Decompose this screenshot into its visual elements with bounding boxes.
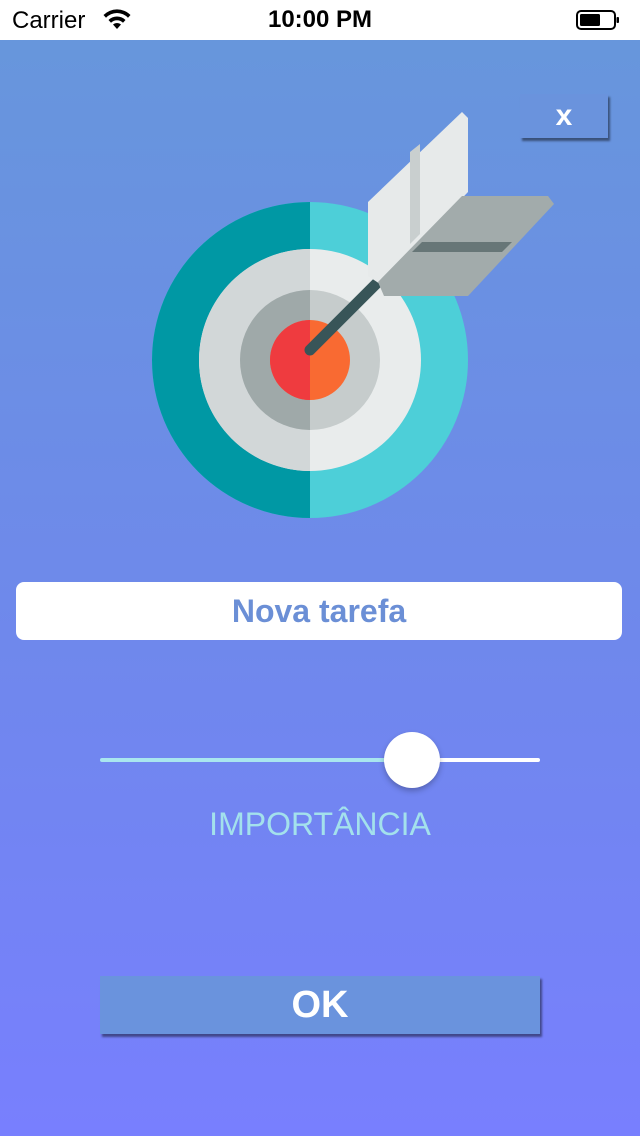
ok-button[interactable]: OK [100, 976, 540, 1034]
importance-label: IMPORTÂNCIA [209, 806, 431, 842]
new-task-screen: x IMPORTÂNCIA OK [0, 40, 640, 1136]
task-name-input[interactable] [16, 582, 622, 640]
status-bar: Carrier 10:00 PM [0, 0, 640, 40]
battery-icon [576, 10, 619, 30]
slider-min-track [100, 758, 412, 762]
importance-slider[interactable] [100, 732, 540, 790]
ok-button-label: OK [291, 983, 349, 1026]
target-with-arrow-icon [152, 112, 554, 518]
slider-thumb[interactable] [384, 732, 440, 788]
status-time: 10:00 PM [267, 6, 373, 33]
